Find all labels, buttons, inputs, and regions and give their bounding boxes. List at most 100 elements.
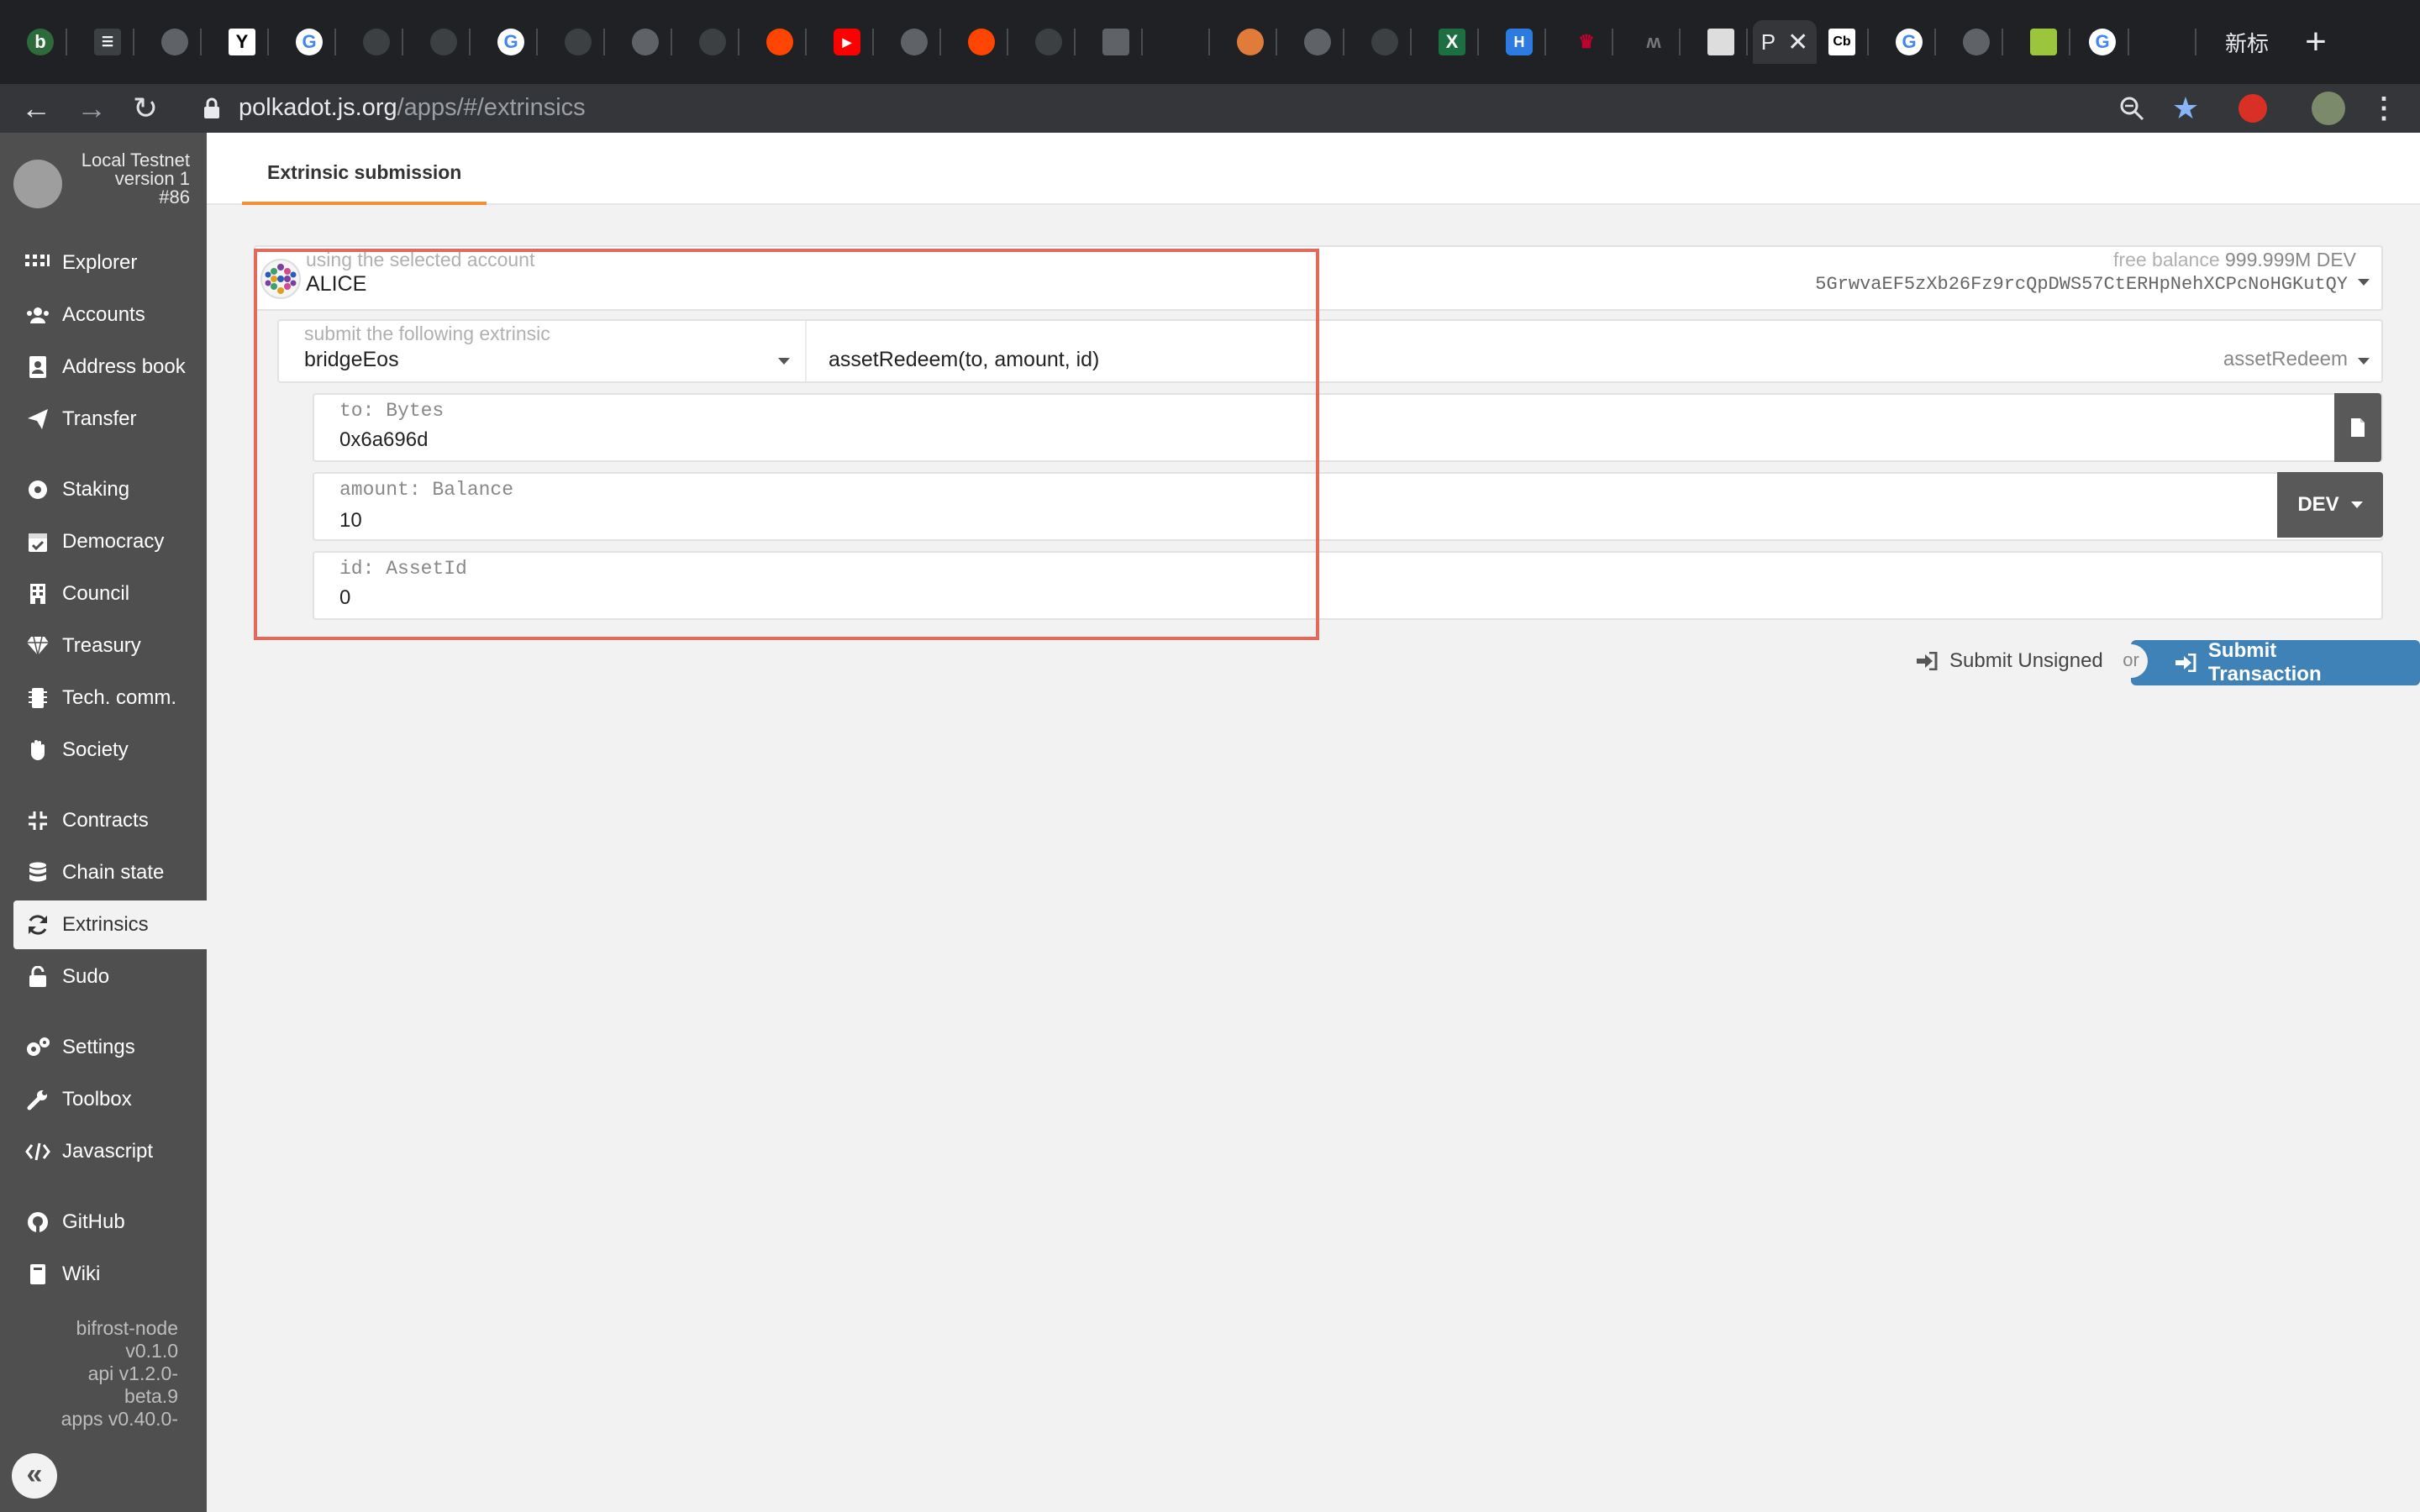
url-host: polkadot.js.org: [239, 94, 397, 121]
sidebar-item-democracy[interactable]: Democracy: [13, 517, 207, 566]
reload-icon[interactable]: ↻: [124, 87, 166, 129]
submit-unsigned-label: Submit Unsigned: [1949, 649, 2103, 672]
sidebar-item-staking[interactable]: Staking: [13, 465, 207, 514]
browser-tab[interactable]: ʍ: [1628, 20, 1681, 64]
browser-tab[interactable]: [2018, 20, 2070, 64]
browser-tab[interactable]: [1292, 20, 1344, 64]
browser-tab[interactable]: [620, 20, 672, 64]
submit-unsigned-button[interactable]: Submit Unsigned: [1916, 640, 2103, 682]
sidebar-item-sudo[interactable]: Sudo: [13, 953, 207, 1001]
browser-tab[interactable]: [553, 20, 605, 64]
browser-tab[interactable]: [351, 20, 403, 64]
sidebar-item-contracts[interactable]: Contracts: [13, 796, 207, 845]
sidebar-item-explorer[interactable]: Explorer: [13, 239, 207, 287]
tab-favicon-icon: Y: [229, 29, 255, 55]
excel-icon: X: [1439, 29, 1465, 55]
sidebar-item-tech-comm[interactable]: Tech. comm.: [13, 674, 207, 722]
tab-favicon-icon: H: [1506, 29, 1533, 55]
sidebar-item-toolbox[interactable]: Toolbox: [13, 1075, 207, 1124]
compress-icon: [24, 806, 52, 835]
browser-tab[interactable]: X: [1427, 20, 1479, 64]
menu-kebab-icon[interactable]: ⋮: [2363, 87, 2405, 129]
hand-paper-icon: [24, 736, 52, 764]
version-info: bifrost-node v0.1.0 api v1.2.0- beta.9 a…: [61, 1317, 178, 1431]
browser-tab[interactable]: H: [1494, 20, 1546, 64]
sidebar-item-treasury[interactable]: Treasury: [13, 622, 207, 670]
balance-label: free balance: [2113, 249, 2220, 270]
sidebar-item-label: Settings: [62, 1036, 135, 1058]
browser-tab[interactable]: b: [15, 20, 67, 64]
sidebar-item-label: Council: [62, 582, 130, 605]
back-icon[interactable]: ←: [15, 87, 57, 129]
browser-tab-active[interactable]: P ✕: [1753, 20, 1817, 64]
browser-tab[interactable]: [1225, 20, 1277, 64]
browser-tab[interactable]: [956, 20, 1008, 64]
browser-tab[interactable]: Cb: [1817, 20, 1869, 64]
chevron-down-icon[interactable]: [2358, 358, 2370, 365]
browser-tab[interactable]: [1158, 20, 1210, 64]
browser-tab[interactable]: G: [486, 20, 538, 64]
browser-tab[interactable]: [1696, 20, 1748, 64]
sidebar-item-accounts[interactable]: Accounts: [13, 291, 207, 339]
tab-extrinsic-submission[interactable]: Extrinsic submission: [242, 133, 487, 205]
browser-tab[interactable]: G: [2077, 20, 2129, 64]
chain-info: Local Testnet version 1 #86: [82, 151, 190, 207]
account-address: 5GrwvaEF5zXb26Fz9rcQpDWS57CtERHpNehXCPcN…: [1815, 274, 2348, 295]
profile-avatar[interactable]: [2307, 87, 2349, 129]
browser-tab[interactable]: [418, 20, 471, 64]
sidebar-item-label: Wiki: [62, 1263, 101, 1285]
submit-transaction-button[interactable]: Submit Transaction: [2131, 639, 2420, 685]
new-tab-icon[interactable]: +: [2292, 20, 2339, 64]
forward-icon[interactable]: →: [71, 87, 113, 129]
unit-dropdown[interactable]: DEV: [2277, 472, 2383, 538]
node-version: v0.1.0: [125, 1340, 178, 1362]
browser-tab[interactable]: [150, 20, 202, 64]
browser-tab[interactable]: G: [284, 20, 336, 64]
browser-tab[interactable]: ♛: [1561, 20, 1613, 64]
browser-tab[interactable]: G: [1884, 20, 1936, 64]
chain-version: version 1: [114, 168, 190, 189]
extension-icon[interactable]: [2232, 87, 2274, 129]
sidebar-item-society[interactable]: Society: [13, 726, 207, 774]
sidebar-item-transfer[interactable]: Transfer: [13, 395, 207, 444]
browser-tab[interactable]: [1951, 20, 2003, 64]
zoom-icon[interactable]: [2111, 87, 2153, 129]
sidebar-item-address-book[interactable]: Address book: [13, 343, 207, 391]
browser-tab[interactable]: [755, 20, 807, 64]
browser-tab[interactable]: Y: [217, 20, 269, 64]
browser-tab[interactable]: ▶: [822, 20, 874, 64]
browser-tab[interactable]: ☰: [82, 20, 134, 64]
cogs-icon: [24, 1033, 52, 1062]
sidebar-item-council[interactable]: Council: [13, 570, 207, 618]
sign-in-icon: [2175, 654, 2196, 672]
browser-tab[interactable]: [687, 20, 739, 64]
address-bar[interactable]: polkadot.js.org/apps/#/extrinsics: [187, 89, 2220, 128]
close-tab-icon[interactable]: ✕: [1787, 28, 1808, 57]
github-icon: [1035, 29, 1062, 55]
chevron-down-icon[interactable]: [2358, 279, 2370, 286]
browser-tab[interactable]: [1360, 20, 1412, 64]
collapse-sidebar-icon[interactable]: «: [12, 1453, 57, 1499]
sidebar-item-wiki[interactable]: Wiki: [13, 1250, 207, 1299]
unlock-icon: [24, 963, 52, 991]
bookmark-star-icon[interactable]: ★: [2165, 87, 2207, 129]
database-icon: [24, 858, 52, 887]
sidebar-item-github[interactable]: GitHub: [13, 1198, 207, 1247]
browser-tab[interactable]: [1023, 20, 1076, 64]
sidebar-item-settings[interactable]: Settings: [13, 1023, 207, 1072]
browser-tab[interactable]: 新标: [2213, 20, 2281, 64]
browser-tab[interactable]: [2144, 20, 2196, 64]
sidebar-item-extrinsics[interactable]: Extrinsics: [13, 900, 207, 949]
calendar-check-icon: [24, 528, 52, 556]
reddit-icon: [968, 29, 995, 55]
sidebar-item-javascript[interactable]: Javascript: [13, 1127, 207, 1176]
chain-block: #86: [159, 186, 190, 207]
chain-logo[interactable]: [13, 160, 62, 208]
browser-tab[interactable]: [1091, 20, 1143, 64]
browser-tab[interactable]: [889, 20, 941, 64]
file-upload-icon[interactable]: [2334, 393, 2381, 462]
sidebar-item-label: Tech. comm.: [62, 686, 177, 709]
send-icon: [24, 405, 52, 433]
sidebar-item-chain-state[interactable]: Chain state: [13, 848, 207, 897]
tab-favicon-icon: [2156, 29, 2183, 55]
